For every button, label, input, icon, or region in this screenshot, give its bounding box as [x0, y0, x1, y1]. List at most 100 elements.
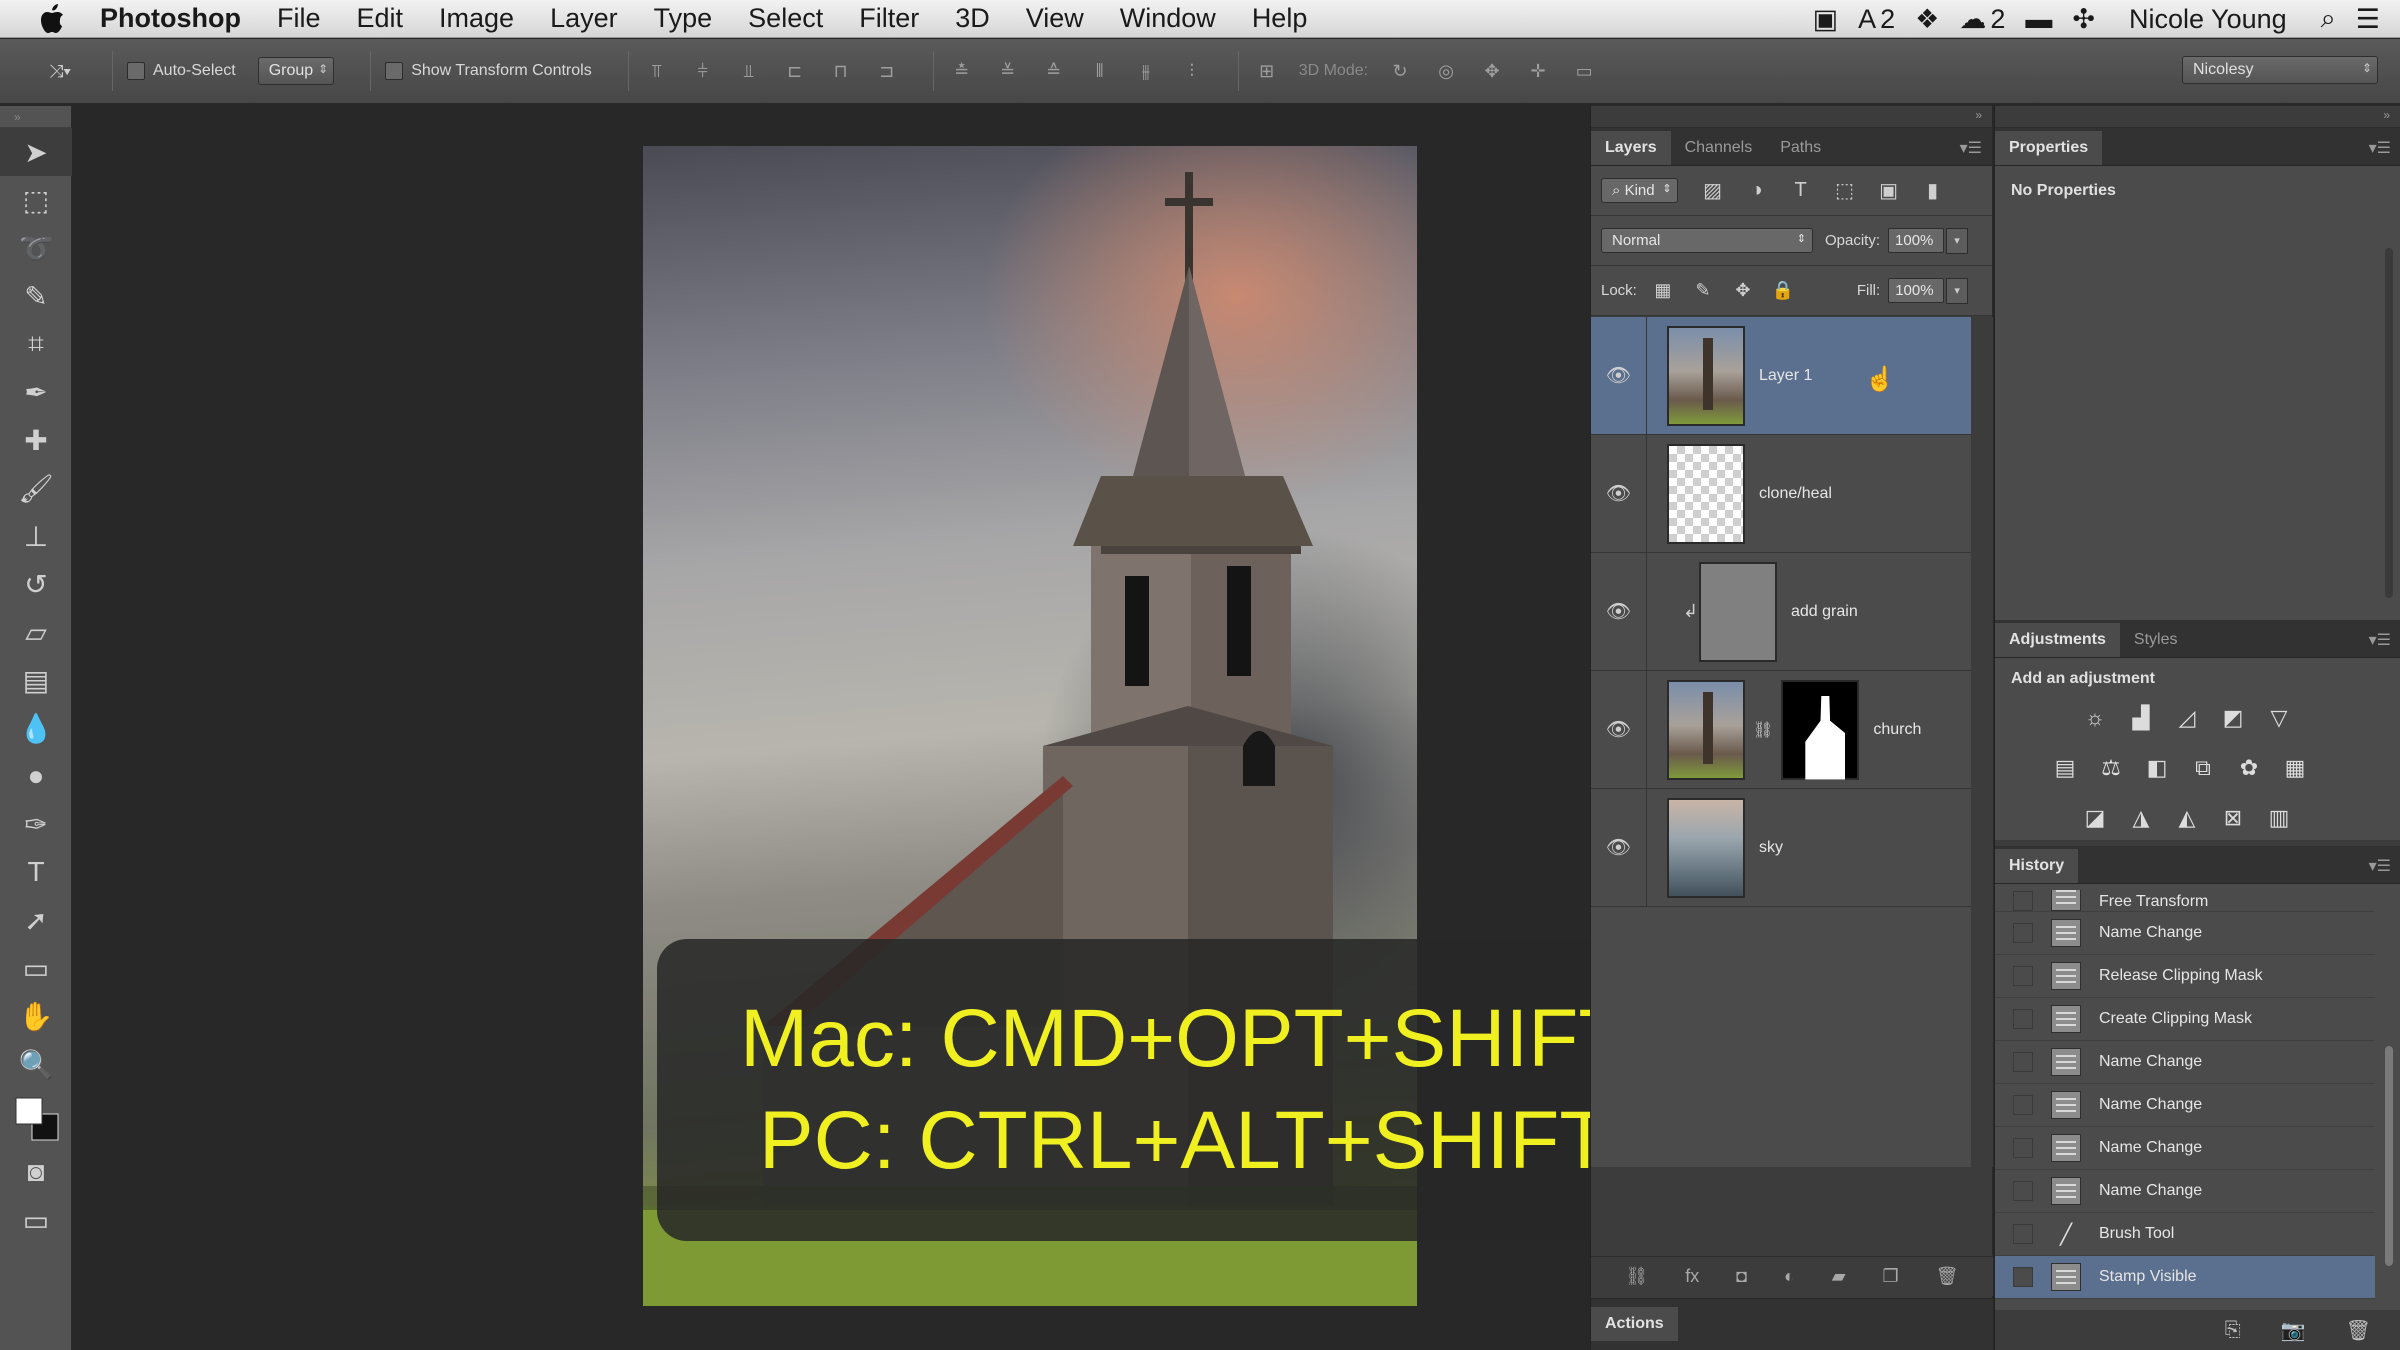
user-name[interactable]: Nicole Young [2129, 4, 2287, 35]
visibility-eye-icon[interactable]: 👁 [1591, 553, 1647, 670]
snapshot-camera-icon[interactable]: 📷 [2281, 1318, 2306, 1343]
distribute-vcenter-icon[interactable]: ≚ [994, 57, 1022, 85]
3d-slide-icon[interactable]: ✛ [1524, 57, 1552, 85]
posterize-icon[interactable]: ◮ [2125, 802, 2157, 834]
history-item[interactable]: Name Change [1995, 1041, 2375, 1084]
distribute-top-icon[interactable]: ≛ [948, 57, 976, 85]
zoom-tool-icon[interactable]: 🔍 [0, 1040, 72, 1088]
layers-scrollbar[interactable] [1973, 317, 1993, 1167]
brush-tool-icon[interactable]: 🖌 [0, 464, 72, 512]
marquee-tool-icon[interactable]: ⬚ [0, 176, 72, 224]
dodge-tool-icon[interactable]: ● [0, 752, 72, 800]
rectangle-tool-icon[interactable]: ▭ [0, 944, 72, 992]
levels-icon[interactable]: ▟ [2125, 702, 2157, 734]
menu-file[interactable]: File [277, 3, 321, 34]
layer-row-sky[interactable]: 👁 sky [1591, 789, 1971, 907]
menu-window[interactable]: Window [1120, 3, 1216, 34]
menu-filter[interactable]: Filter [859, 3, 919, 34]
3d-rotate-icon[interactable]: ↻ [1386, 57, 1414, 85]
opacity-field[interactable]: 100% [1888, 228, 1945, 253]
color-balance-icon[interactable]: ⚖ [2095, 752, 2127, 784]
history-snapshot-checkbox[interactable] [2013, 1224, 2033, 1244]
show-transform-checkbox[interactable] [385, 62, 404, 80]
filter-type-icon[interactable]: T [1786, 176, 1816, 206]
history-snapshot-checkbox[interactable] [2013, 966, 2033, 986]
tools-panel-grip[interactable]: » [0, 106, 71, 128]
tab-layers[interactable]: Layers [1591, 131, 1671, 165]
history-snapshot-checkbox[interactable] [2013, 923, 2033, 943]
lasso-tool-icon[interactable]: ➰ [0, 224, 72, 272]
history-item[interactable]: Name Change [1995, 1170, 2375, 1213]
tab-history[interactable]: History [1995, 849, 2079, 883]
brightness-contrast-icon[interactable]: ☼ [2079, 702, 2111, 734]
clone-stamp-tool-icon[interactable]: ⊥ [0, 512, 72, 560]
delete-layer-icon[interactable]: 🗑 [1936, 1266, 1959, 1287]
move-tool-icon[interactable]: ➤ [0, 128, 72, 176]
tab-paths[interactable]: Paths [1766, 131, 1835, 165]
history-item[interactable]: ╱ Brush Tool [1995, 1213, 2375, 1256]
filter-toggle-icon[interactable]: ▮ [1918, 176, 1948, 206]
align-right-icon[interactable]: ⊐ [873, 57, 901, 85]
quick-mask-icon[interactable]: ◙ [0, 1148, 72, 1196]
layer-row-add-grain[interactable]: 👁 ↲ add grain [1591, 553, 1971, 671]
history-snapshot-checkbox[interactable] [2013, 1138, 2033, 1158]
history-brush-tool-icon[interactable]: ↺ [0, 560, 72, 608]
threshold-icon[interactable]: ◭ [2171, 802, 2203, 834]
menu-select[interactable]: Select [748, 3, 823, 34]
spotlight-search-icon[interactable]: ⌕ [2321, 3, 2336, 35]
menu-3d[interactable]: 3D [955, 3, 990, 34]
history-item[interactable]: Release Clipping Mask [1995, 955, 2375, 998]
photo-filter-icon[interactable]: ⧉ [2187, 752, 2219, 784]
history-item[interactable]: Name Change [1995, 912, 2375, 955]
bluetooth-icon[interactable]: ✣ [2072, 4, 2095, 35]
history-snapshot-checkbox[interactable] [2013, 1267, 2033, 1287]
layer-row-church[interactable]: 👁 ⛓ church [1591, 671, 1971, 789]
gradient-map-icon[interactable]: ▥ [2263, 802, 2295, 834]
panel-menu-icon[interactable]: ▾☰ [2369, 630, 2391, 650]
crop-tool-icon[interactable]: ⌗ [0, 320, 72, 368]
panel-menu-icon[interactable]: ▾☰ [2369, 138, 2391, 158]
display-icon[interactable]: ▬ [2025, 4, 2052, 35]
distribute-bottom-icon[interactable]: ≙ [1040, 57, 1068, 85]
auto-select-checkbox[interactable] [127, 62, 145, 80]
filter-shape-icon[interactable]: ⬚ [1830, 176, 1860, 206]
menu-app-photoshop[interactable]: Photoshop [100, 3, 241, 34]
tab-styles[interactable]: Styles [2120, 623, 2192, 657]
lock-all-icon[interactable]: 🔒 [1769, 277, 1797, 305]
menu-edit[interactable]: Edit [357, 3, 404, 34]
history-scrollbar[interactable] [2385, 1046, 2393, 1266]
layer-mask-thumbnail[interactable] [1781, 679, 1860, 780]
lock-transparent-icon[interactable]: ▦ [1649, 277, 1677, 305]
align-hcenter-icon[interactable]: ⊓ [827, 57, 855, 85]
blend-mode-dropdown[interactable]: Normal [1601, 228, 1813, 253]
blur-tool-icon[interactable]: 💧 [0, 704, 72, 752]
tab-properties[interactable]: Properties [1995, 131, 2103, 165]
eyedropper-tool-icon[interactable]: ✒ [0, 368, 72, 416]
channel-mixer-icon[interactable]: ✿ [2233, 752, 2265, 784]
selective-color-icon[interactable]: ⊠ [2217, 802, 2249, 834]
tab-adjustments[interactable]: Adjustments [1995, 623, 2120, 657]
align-left-icon[interactable]: ⊏ [781, 57, 809, 85]
lock-image-icon[interactable]: ✎ [1689, 277, 1717, 305]
history-snapshot-checkbox[interactable] [2013, 891, 2033, 911]
screen-mode-icon[interactable]: ▭ [0, 1196, 72, 1244]
dropbox-icon[interactable]: ❖ [1915, 4, 1939, 35]
history-snapshot-checkbox[interactable] [2013, 1052, 2033, 1072]
fill-slider-arrow[interactable]: ▾ [1946, 277, 1969, 304]
curves-icon[interactable]: ◿ [2171, 702, 2203, 734]
fill-field[interactable]: 100% [1888, 278, 1945, 303]
distribute-hcenter-icon[interactable]: ⫵ [1132, 57, 1160, 85]
visibility-eye-icon[interactable]: 👁 [1591, 317, 1647, 434]
lock-position-icon[interactable]: ✥ [1729, 277, 1757, 305]
apple-icon[interactable] [36, 3, 70, 34]
notification-list-icon[interactable]: ☰ [2356, 4, 2380, 35]
visibility-eye-icon[interactable]: 👁 [1591, 789, 1647, 906]
filter-smart-object-icon[interactable]: ▣ [1874, 176, 1904, 206]
3d-drag-icon[interactable]: ✥ [1478, 57, 1506, 85]
tab-channels[interactable]: Channels [1671, 131, 1767, 165]
opacity-slider-arrow[interactable]: ▾ [1946, 227, 1969, 254]
collapse-panel-icon[interactable]: » [2383, 108, 2390, 122]
filter-adjustment-icon[interactable]: ◑ [1742, 176, 1772, 206]
menu-layer[interactable]: Layer [550, 3, 618, 34]
pen-tool-icon[interactable]: ✑ [0, 800, 72, 848]
